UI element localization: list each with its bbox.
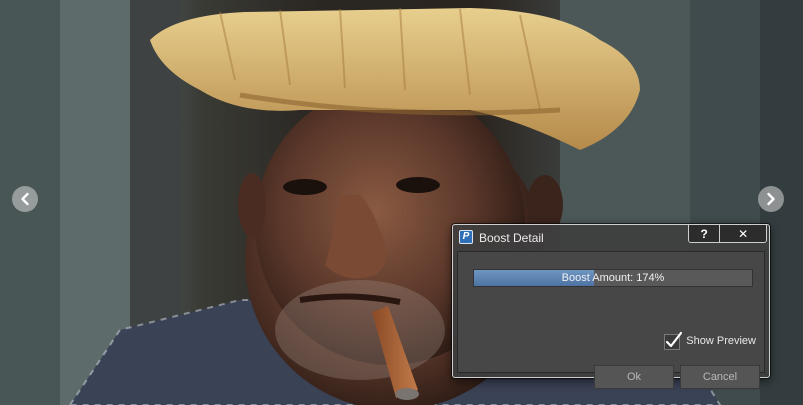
slider-label: Boost Amount: (561, 272, 634, 284)
close-icon: ✕ (738, 226, 749, 241)
show-preview-toggle[interactable]: Show Preview (664, 331, 756, 350)
dialog-content-panel: Boost Amount: 174% Show Preview Ok Cancel (457, 251, 765, 389)
checkmark-icon (664, 331, 683, 350)
show-preview-label: Show Preview (686, 335, 756, 347)
dialog-title: Boost Detail (479, 231, 544, 245)
help-button[interactable]: ? (689, 225, 720, 242)
boost-detail-dialog: P Boost Detail ? ✕ Boost Amount: 174% Sho… (452, 224, 770, 389)
chevron-right-icon (767, 192, 775, 206)
window-controls: ? ✕ (688, 225, 767, 243)
slider-readout: Boost Amount: 174% (474, 272, 752, 284)
show-preview-checkbox[interactable] (664, 331, 683, 350)
ok-button[interactable]: Ok (594, 365, 674, 389)
dialog-titlebar[interactable]: P Boost Detail ? ✕ (453, 225, 769, 249)
previous-image-button[interactable] (12, 186, 38, 212)
boost-amount-slider[interactable]: Boost Amount: 174% (473, 269, 753, 287)
next-image-button[interactable] (758, 186, 784, 212)
chevron-left-icon (21, 192, 29, 206)
cancel-button[interactable]: Cancel (680, 365, 760, 389)
slider-value: 174% (636, 272, 665, 284)
app-logo-icon: P (459, 230, 473, 244)
close-button[interactable]: ✕ (719, 225, 766, 242)
